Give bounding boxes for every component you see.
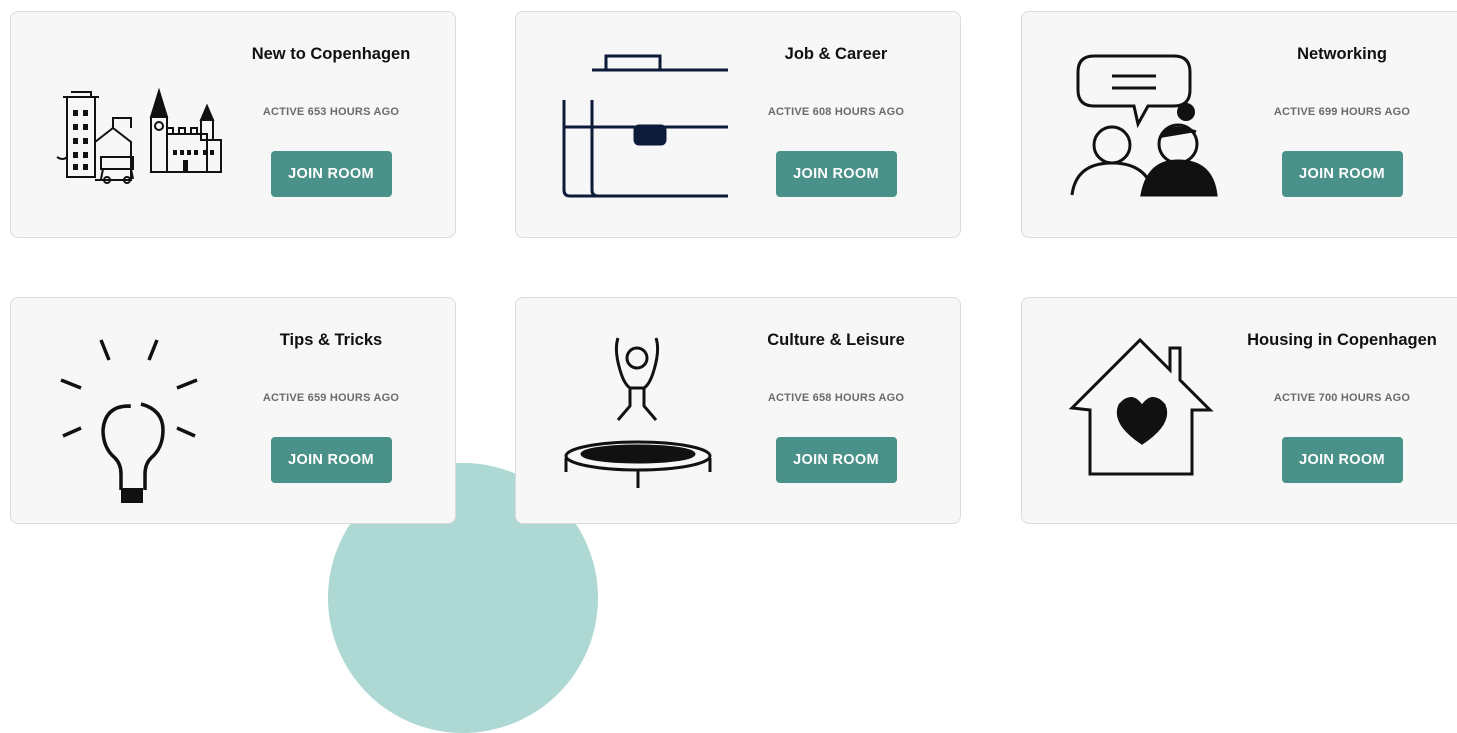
city-skyline-icon [43, 42, 223, 217]
room-info: Culture & Leisure ACTIVE 658 HOURS AGO J… [738, 330, 934, 483]
join-room-button[interactable]: JOIN ROOM [270, 437, 392, 483]
room-title: Networking [1297, 45, 1387, 63]
people-chat-icon [1054, 42, 1234, 217]
room-activity: ACTIVE 608 HOURS AGO [767, 106, 905, 118]
room-card-networking: Networking ACTIVE 699 HOURS AGO JOIN ROO… [1021, 11, 1457, 238]
room-info: New to Copenhagen ACTIVE 653 HOURS AGO J… [233, 44, 429, 197]
room-title: New to Copenhagen [251, 45, 411, 63]
join-room-button[interactable]: JOIN ROOM [775, 151, 897, 197]
room-activity: ACTIVE 659 HOURS AGO [262, 392, 400, 404]
room-title: Culture & Leisure [767, 331, 905, 349]
briefcase-icon [548, 42, 740, 217]
lightbulb-icon [43, 328, 223, 506]
house-heart-icon [1054, 328, 1234, 503]
room-title: Housing in Copenhagen [1247, 331, 1437, 349]
room-title: Job & Career [784, 45, 888, 63]
room-card-job-career: Job & Career ACTIVE 608 HOURS AGO JOIN R… [515, 11, 961, 238]
room-card-new-to-copenhagen: New to Copenhagen ACTIVE 653 HOURS AGO J… [10, 11, 456, 238]
room-activity: ACTIVE 653 HOURS AGO [262, 106, 400, 118]
room-info: Tips & Tricks ACTIVE 659 HOURS AGO JOIN … [233, 330, 429, 483]
room-info: Housing in Copenhagen ACTIVE 700 HOURS A… [1244, 330, 1440, 483]
room-activity: ACTIVE 658 HOURS AGO [767, 392, 905, 404]
join-room-button[interactable]: JOIN ROOM [775, 437, 897, 483]
rooms-grid: New to Copenhagen ACTIVE 653 HOURS AGO J… [0, 0, 1457, 524]
room-card-housing: Housing in Copenhagen ACTIVE 700 HOURS A… [1021, 297, 1457, 524]
join-room-button[interactable]: JOIN ROOM [1281, 437, 1403, 483]
join-room-button[interactable]: JOIN ROOM [1281, 151, 1403, 197]
room-card-culture-leisure: Culture & Leisure ACTIVE 658 HOURS AGO J… [515, 297, 961, 524]
trampoline-icon [548, 328, 728, 503]
room-info: Job & Career ACTIVE 608 HOURS AGO JOIN R… [738, 44, 934, 197]
room-activity: ACTIVE 700 HOURS AGO [1273, 392, 1411, 404]
join-room-button[interactable]: JOIN ROOM [270, 151, 392, 197]
room-info: Networking ACTIVE 699 HOURS AGO JOIN ROO… [1244, 44, 1440, 197]
room-activity: ACTIVE 699 HOURS AGO [1273, 106, 1411, 118]
room-card-tips-tricks: Tips & Tricks ACTIVE 659 HOURS AGO JOIN … [10, 297, 456, 524]
room-title: Tips & Tricks [279, 331, 383, 349]
